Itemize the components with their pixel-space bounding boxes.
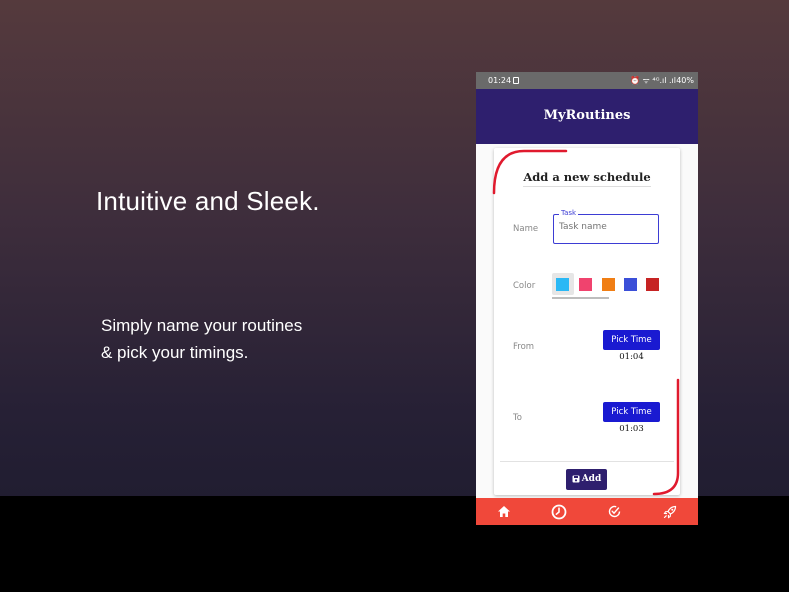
color-swatch-red[interactable] xyxy=(646,278,659,291)
from-pick-time-button[interactable]: Pick Time xyxy=(603,330,660,350)
nav-done[interactable] xyxy=(587,498,643,525)
battery-level: 40% xyxy=(676,76,694,85)
card-title: Add a new schedule xyxy=(523,170,651,184)
color-swatch-pink[interactable] xyxy=(579,278,592,291)
to-time-value: 01:03 xyxy=(619,424,644,434)
task-name-input[interactable] xyxy=(559,222,653,232)
color-label: Color xyxy=(513,281,536,291)
save-icon xyxy=(572,475,580,482)
task-name-field[interactable]: Task xyxy=(553,209,659,244)
promo-subtext-line-2: & pick your timings. xyxy=(101,343,249,362)
status-bar: 01:24 ⏰ ᯤ ⁴ᴳ.ıl .ıl 40% xyxy=(476,72,698,89)
task-field-legend: Task xyxy=(559,209,579,217)
status-time: 01:24 xyxy=(488,76,512,85)
from-time-value: 01:04 xyxy=(619,352,644,362)
promo-headline: Intuitive and Sleek. xyxy=(96,186,320,216)
add-button-label: Add xyxy=(581,474,602,484)
promo-subtext-line-1: Simply name your routines xyxy=(101,316,303,335)
add-schedule-card: Add a new schedule Name Task Color From … xyxy=(494,148,680,495)
bottom-nav xyxy=(476,498,698,525)
card-divider xyxy=(500,461,674,462)
check-circle-icon xyxy=(609,505,621,518)
rocket-icon xyxy=(663,505,677,518)
nav-launch[interactable] xyxy=(643,498,699,525)
color-swatch-blue[interactable] xyxy=(624,278,637,291)
add-button[interactable]: Add xyxy=(566,469,607,490)
app-header: MyRoutines xyxy=(476,89,698,157)
promo-subtext: Simply name your routines & pick your ti… xyxy=(101,312,302,366)
from-label: From xyxy=(513,342,535,352)
status-icons: ⏰ ᯤ ⁴ᴳ.ıl .ıl xyxy=(630,76,676,85)
card-title-underline xyxy=(523,186,651,187)
gallery-notification-icon xyxy=(513,77,519,84)
app-title: MyRoutines xyxy=(543,108,631,123)
name-label: Name xyxy=(513,224,539,234)
color-swatch-orange[interactable] xyxy=(602,278,615,291)
to-pick-time-button[interactable]: Pick Time xyxy=(603,402,660,422)
color-swatch-light-blue[interactable] xyxy=(556,278,569,291)
phone-screen: 01:24 ⏰ ᯤ ⁴ᴳ.ıl .ıl 40% MyRoutines Add a… xyxy=(476,72,698,525)
to-label: To xyxy=(513,413,522,423)
nav-home[interactable] xyxy=(476,498,532,525)
home-icon xyxy=(497,506,510,517)
nav-schedule[interactable] xyxy=(532,498,588,525)
clock-icon xyxy=(551,504,567,519)
swatch-scroll-indicator xyxy=(552,297,609,299)
